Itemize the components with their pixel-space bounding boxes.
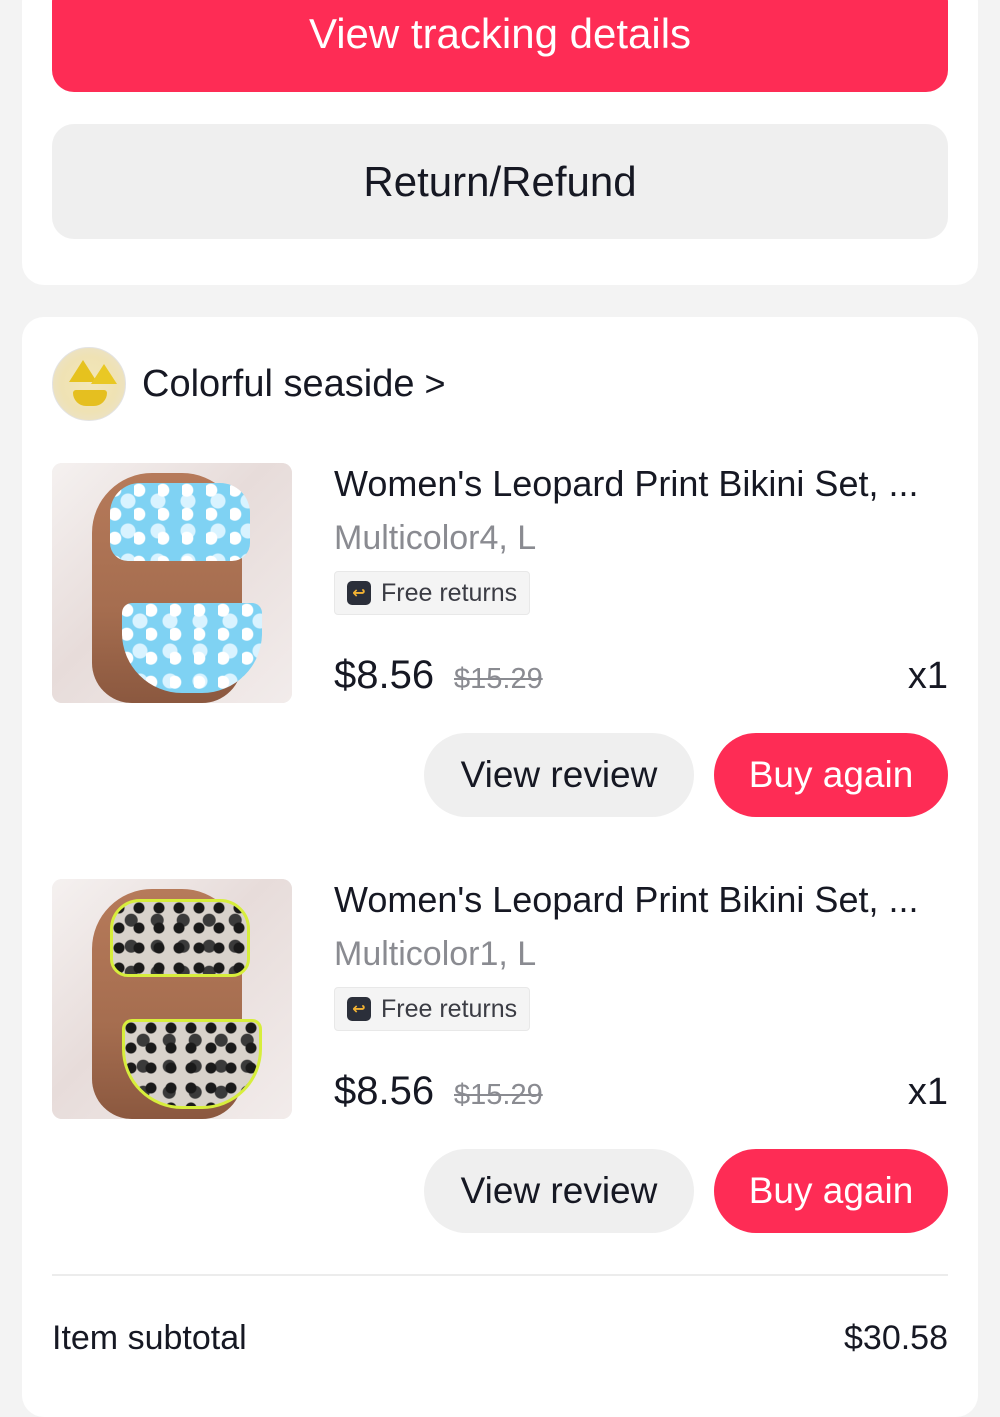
product-image[interactable] (52, 463, 292, 703)
divider (52, 1274, 948, 1276)
product-title[interactable]: Women's Leopard Print Bikini Set, ... (334, 879, 948, 921)
subtotal-label: Item subtotal (52, 1319, 247, 1357)
product-variant: Multicolor1, L (334, 935, 537, 973)
free-returns-badge: ↩ Free returns (334, 571, 531, 615)
return-icon: ↩ (347, 997, 371, 1021)
original-price: $15.29 (454, 663, 543, 695)
order-item: Women's Leopard Print Bikini Set, ... Mu… (52, 463, 948, 823)
product-price: $8.56 (334, 1069, 435, 1113)
shop-avatar (52, 347, 126, 421)
badge-label: Free returns (381, 994, 518, 1023)
view-tracking-button[interactable]: View tracking details (52, 0, 948, 92)
return-refund-button[interactable]: Return/Refund (52, 124, 948, 239)
order-item: Women's Leopard Print Bikini Set, ... Mu… (52, 879, 948, 1239)
badge-label: Free returns (381, 578, 518, 607)
quantity: x1 (907, 1071, 948, 1113)
order-actions-card: View tracking details Return/Refund (22, 0, 978, 285)
view-review-button[interactable]: View review (424, 1149, 694, 1233)
return-icon: ↩ (347, 581, 371, 605)
product-title[interactable]: Women's Leopard Print Bikini Set, ... (334, 463, 948, 505)
shop-link[interactable]: Colorful seaside > (52, 347, 446, 421)
view-review-button[interactable]: View review (424, 733, 694, 817)
order-items-card: Colorful seaside > Women's Leopard Print… (22, 317, 978, 1417)
buy-again-button[interactable]: Buy again (714, 733, 948, 817)
quantity: x1 (907, 655, 948, 697)
chevron-right-icon: > (424, 363, 446, 404)
product-price: $8.56 (334, 653, 435, 697)
subtotal-row: Item subtotal $30.58 (52, 1319, 948, 1359)
free-returns-badge: ↩ Free returns (334, 987, 531, 1031)
buy-again-button[interactable]: Buy again (714, 1149, 948, 1233)
subtotal-value: $30.58 (844, 1319, 948, 1357)
product-variant: Multicolor4, L (334, 519, 537, 557)
product-image[interactable] (52, 879, 292, 1119)
original-price: $15.29 (454, 1079, 543, 1111)
shop-name: Colorful seaside (142, 362, 415, 405)
